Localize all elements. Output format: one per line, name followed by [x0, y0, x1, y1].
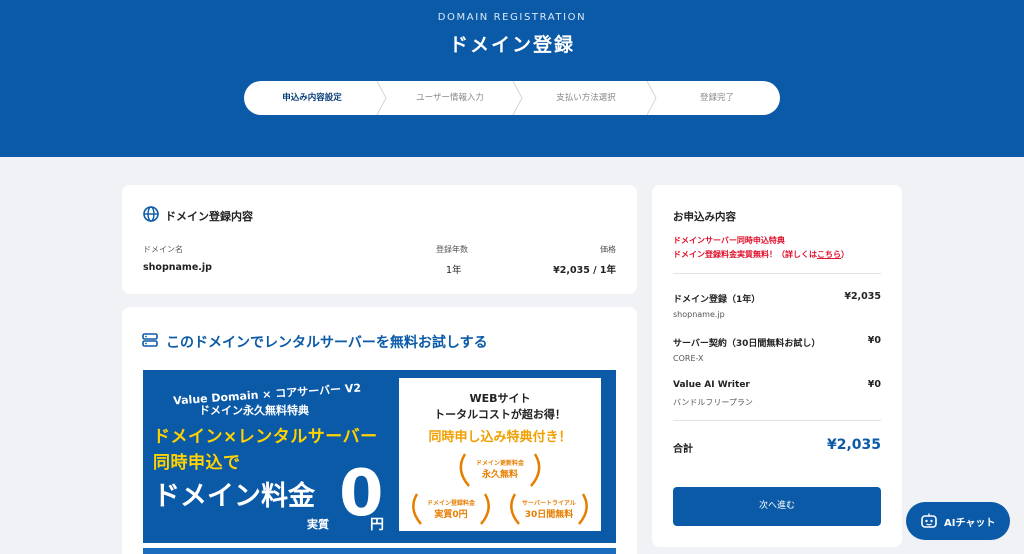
order-item-name: ドメイン登録（1年） — [673, 295, 761, 305]
robot-icon — [921, 513, 937, 528]
years-header: 登録年数 — [436, 245, 468, 254]
second-banner-edge[interactable] — [143, 548, 616, 554]
promo-details-link[interactable]: こちら — [817, 250, 841, 259]
globe-icon — [143, 206, 159, 222]
ai-chat-label: AIチャット — [944, 518, 996, 529]
server-icon — [142, 333, 158, 347]
order-item-sub: CORE-X — [673, 354, 704, 363]
banner-subtitle: ドメイン永久無料特典 — [199, 404, 309, 417]
price-header: 価格 — [600, 245, 616, 254]
total-label: 合計 — [673, 444, 693, 455]
progress-stepper: 申込み内容設定 ユーザー情報入力 支払い方法選択 登録完了 — [244, 81, 780, 115]
divider — [673, 273, 881, 274]
banner-jishitsu: 実質 — [307, 518, 329, 531]
promo-title[interactable]: このドメインでレンタルサーバーを無料お試しする — [166, 332, 488, 352]
award-renewal-value: 永久無料 — [481, 470, 518, 480]
header-subtitle: DOMAIN REGISTRATION — [437, 12, 587, 23]
step-user-info: ユーザー情報入力 — [416, 93, 484, 103]
order-item-price: ¥2,035 — [844, 291, 881, 302]
panel-line-3: 同時申し込み特典付き！ — [428, 430, 572, 445]
ai-chat-button[interactable]: AIチャット — [906, 502, 1010, 540]
order-item-name: サーバー契約（30日間無料お試し） — [673, 339, 821, 349]
award-registration-value: 実質0円 — [434, 510, 468, 520]
price-value: ¥2,035 / 1年 — [553, 265, 616, 276]
award-trial-label: サーバートライアル — [522, 500, 576, 507]
domain-card-title: ドメイン登録内容 — [165, 210, 253, 223]
page-header: DOMAIN REGISTRATION ドメイン登録 申込み内容設定 ユーザー情… — [0, 0, 1024, 157]
award-renewal-label: ドメイン更新料金 — [475, 460, 524, 467]
step-complete: 登録完了 — [699, 93, 734, 103]
order-item-price: ¥0 — [867, 335, 881, 346]
promo-notice-line-1: ドメインサーバー同時申込特典 — [673, 236, 785, 245]
panel-line-1: WEBサイト — [469, 392, 531, 405]
page-title: ドメイン登録 — [448, 34, 575, 56]
domain-name-header: ドメイン名 — [143, 245, 183, 254]
promo-notice-text: ドメイン登録料金実質無料！（詳しくは — [673, 250, 817, 259]
next-button[interactable]: 次へ進む — [673, 487, 881, 526]
order-item-sub: shopname.jp — [673, 310, 725, 319]
banner-benefit-panel: WEBサイト トータルコストが超お得！ 同時申し込み特典付き！ ドメイン更新料金… — [399, 378, 601, 531]
panel-line-2: トータルコストが超お得！ — [434, 408, 566, 421]
banner-headline-2: 同時申込で — [153, 453, 241, 473]
order-item-name: Value AI Writer — [673, 380, 750, 390]
promo-notice-close: ） — [841, 250, 849, 259]
total-price: ¥2,035 — [826, 437, 881, 453]
step-payment-method: 支払い方法選択 — [556, 93, 616, 103]
banner-headline: ドメイン×レンタルサーバー — [153, 427, 378, 447]
award-renewal: ドメイン更新料金 永久無料 — [451, 458, 549, 480]
promo-banner[interactable]: Value Domain × コアサーバー V2 ドメイン永久無料特典 ドメイン… — [143, 370, 616, 543]
divider — [673, 420, 881, 421]
banner-yen: 円 — [370, 517, 384, 533]
promo-notice-line-2: ドメイン登録料金実質無料！（詳しくはこちら） — [673, 249, 849, 260]
banner-big-text: ドメイン料金 — [153, 481, 315, 512]
order-item-sub: バンドルフリープラン — [673, 398, 753, 407]
award-trial: サーバートライアル 30日間無料 — [503, 498, 595, 520]
domain-details-card — [122, 185, 637, 294]
order-item-price: ¥0 — [867, 379, 881, 390]
award-trial-value: 30日間無料 — [524, 510, 574, 520]
award-registration-label: ドメイン登録料金 — [426, 500, 475, 507]
step-application-settings: 申込み内容設定 — [282, 93, 342, 103]
order-summary-title: お申込み内容 — [673, 211, 736, 223]
domain-name-value: shopname.jp — [143, 262, 212, 273]
award-registration: ドメイン登録料金 実質0円 — [405, 498, 497, 520]
years-value: 1年 — [446, 265, 462, 276]
